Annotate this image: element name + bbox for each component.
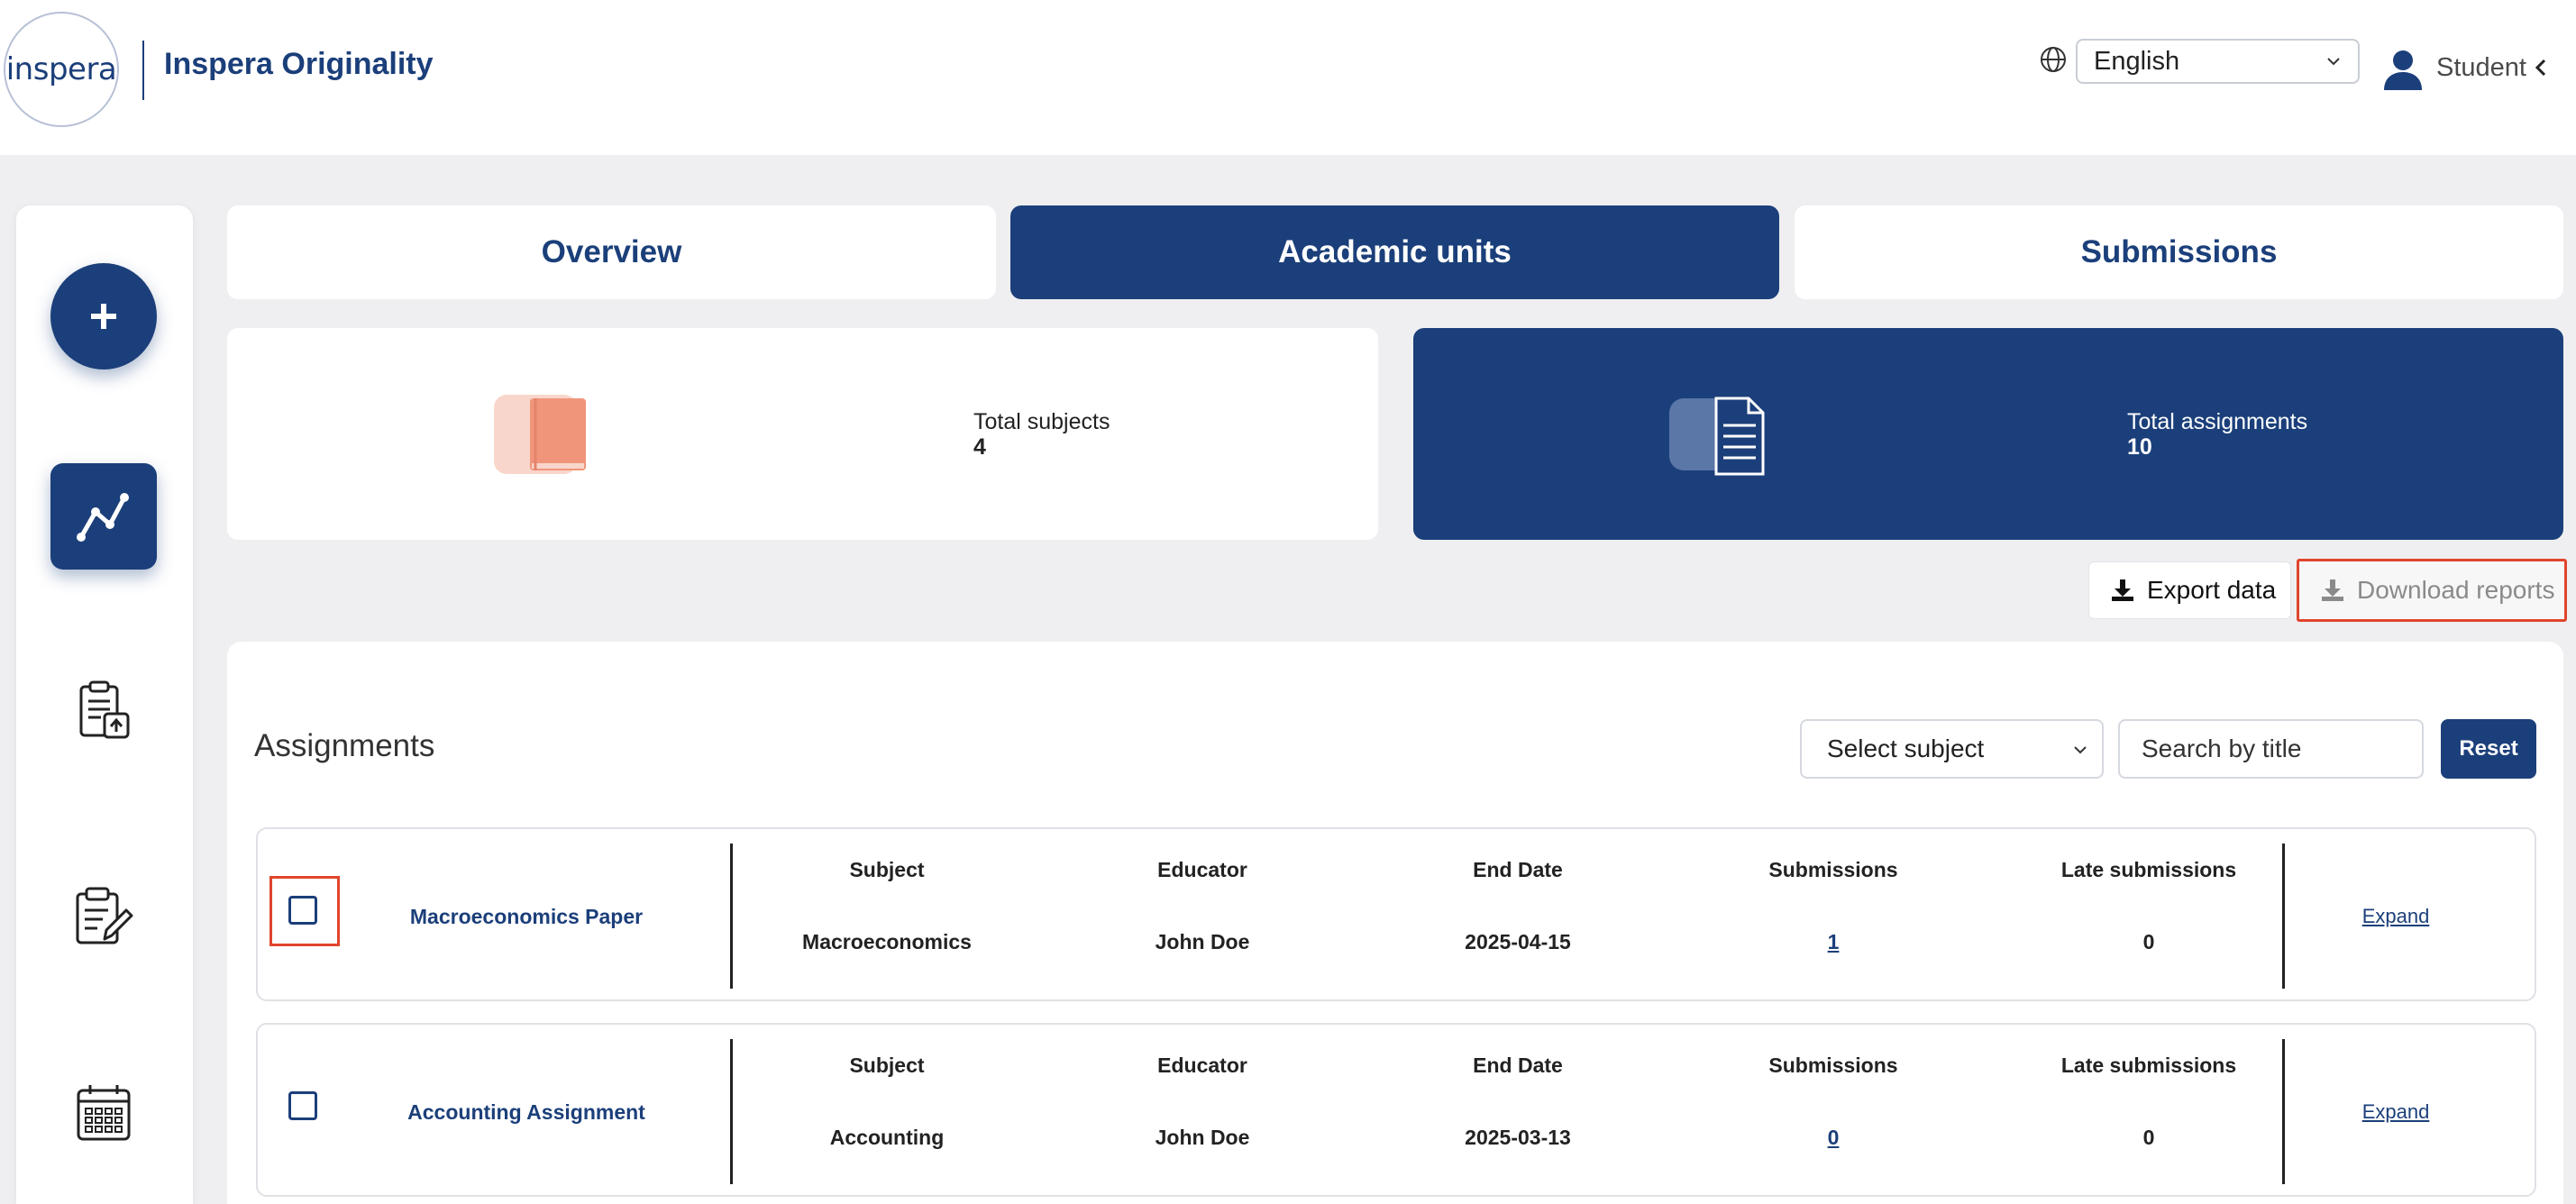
row-divider: [730, 844, 733, 989]
cell-educator: John Doe: [1155, 930, 1250, 953]
chevron-left-icon[interactable]: [2533, 57, 2549, 78]
search-title-input[interactable]: [2118, 719, 2424, 779]
row-divider: [730, 1039, 733, 1184]
cell-late-submissions: 0: [2142, 930, 2155, 953]
assignment-title[interactable]: Accounting Assignment: [391, 1100, 662, 1125]
cell-end-date: 2025-04-15: [1465, 930, 1571, 953]
plus-icon: [91, 304, 116, 329]
reset-button[interactable]: Reset: [2441, 719, 2536, 779]
calendar-icon: [77, 1085, 131, 1141]
subject-select[interactable]: Select subject: [1800, 719, 2104, 779]
globe-icon: [2041, 47, 2066, 72]
download-icon: [2322, 579, 2343, 601]
logo-text: inspera: [5, 51, 117, 87]
clipboard-edit-icon: [76, 887, 133, 944]
subject-select-value: Select subject: [1827, 734, 1985, 762]
expand-link[interactable]: Expand: [2333, 1100, 2459, 1124]
column-header-subject: Subject: [849, 1054, 925, 1077]
submissions-link[interactable]: 0: [1828, 1126, 1840, 1149]
column-header-submissions: Submissions: [1768, 858, 1898, 881]
assignment-title[interactable]: Macroeconomics Paper: [391, 905, 662, 929]
download-icon: [2112, 579, 2133, 601]
row-checkbox[interactable]: [288, 896, 317, 925]
row-divider: [2282, 1039, 2285, 1184]
logo-divider: [142, 41, 144, 100]
assignments-label: Total assignments: [2127, 409, 2308, 434]
document-icon: [1669, 397, 1765, 476]
top-header: inspera Inspera Originality English Stud…: [0, 0, 2576, 155]
cell-submissions: 0: [1716, 1126, 1950, 1150]
user-role-label[interactable]: Student: [2436, 53, 2526, 83]
sidebar-item-assignments[interactable]: [50, 863, 157, 970]
column-header-late-submissions: Late submissions: [2060, 1054, 2237, 1077]
analytics-icon: [77, 493, 129, 542]
tab-submissions[interactable]: Submissions: [1795, 205, 2563, 299]
cell-end-date: 2025-03-13: [1465, 1126, 1571, 1149]
column-header-end-date: End Date: [1473, 858, 1563, 881]
assignments-value: 10: [2127, 434, 2152, 460]
column-header-late-submissions: Late submissions: [2060, 858, 2237, 881]
sidebar: [16, 205, 193, 1204]
cell-subject: Macroeconomics: [802, 930, 972, 953]
subjects-value: 4: [973, 434, 986, 460]
cell-subject: Accounting: [829, 1126, 945, 1149]
expand-link[interactable]: Expand: [2333, 905, 2459, 928]
book-icon: [494, 395, 586, 474]
assignments-title: Assignments: [254, 728, 435, 763]
download-reports-label: Download reports: [2357, 576, 2555, 604]
column-header-educator: Educator: [1157, 858, 1247, 881]
add-button[interactable]: [50, 263, 157, 369]
sidebar-item-documents[interactable]: [50, 658, 157, 764]
download-reports-button[interactable]: Download reports: [2297, 559, 2567, 622]
submissions-link[interactable]: 1: [1828, 930, 1840, 953]
row-divider: [2282, 844, 2285, 989]
assignment-row[interactable]: Accounting Assignment Subject Educator E…: [256, 1023, 2536, 1197]
tab-academic-units[interactable]: Academic units: [1010, 205, 1779, 299]
column-header-submissions: Submissions: [1768, 1054, 1898, 1077]
cell-educator: John Doe: [1155, 1126, 1250, 1149]
subjects-label: Total subjects: [973, 409, 1110, 434]
sidebar-item-calendar[interactable]: [50, 1060, 157, 1166]
row-checkbox[interactable]: [288, 1091, 317, 1120]
cell-submissions: 1: [1716, 930, 1950, 954]
export-data-button[interactable]: Export data: [2088, 561, 2291, 619]
chevron-down-icon: [2327, 58, 2340, 66]
export-data-label: Export data: [2147, 576, 2277, 604]
chevron-down-icon: [2074, 746, 2087, 754]
inspera-logo[interactable]: inspera: [4, 12, 119, 127]
brand-title: Inspera Originality: [164, 47, 434, 81]
user-icon[interactable]: [2380, 47, 2425, 92]
document-upload-icon: [79, 680, 130, 739]
cell-late-submissions: 0: [2142, 1126, 2155, 1149]
sidebar-item-analytics[interactable]: [50, 463, 157, 570]
tab-overview[interactable]: Overview: [227, 205, 996, 299]
column-header-subject: Subject: [849, 858, 925, 881]
column-header-end-date: End Date: [1473, 1054, 1563, 1077]
language-select[interactable]: English: [2076, 39, 2360, 84]
total-subjects-card: Total subjects 4: [227, 328, 1378, 540]
language-value: English: [2094, 46, 2180, 76]
assignment-row[interactable]: Macroeconomics Paper Subject Educator En…: [256, 827, 2536, 1001]
total-assignments-card: Total assignments 10: [1413, 328, 2563, 540]
column-header-educator: Educator: [1157, 1054, 1247, 1077]
